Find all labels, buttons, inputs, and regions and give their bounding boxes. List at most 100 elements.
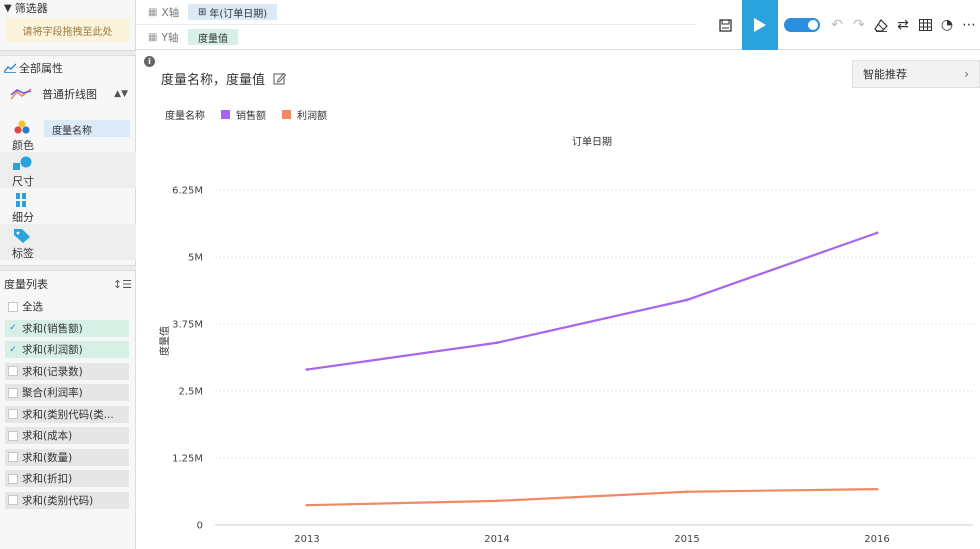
data-point[interactable] — [875, 231, 879, 235]
measure-item[interactable]: ✓ 求和(利润额) — [5, 341, 129, 358]
mark-tag-label: 标签 — [12, 247, 34, 260]
undo-icon[interactable]: ↶ — [826, 14, 848, 36]
x-tick-labels: 2013 2014 2015 2016 — [294, 534, 889, 545]
measure-item[interactable]: ✓ 求和(销售额) — [5, 319, 129, 337]
run-button[interactable] — [742, 0, 778, 50]
y-axis-shelf[interactable]: ▦ Y轴 度量值 — [136, 25, 696, 49]
detail-grid-icon — [16, 193, 26, 207]
measure-item[interactable]: 求和(成本) — [5, 427, 129, 444]
divider — [0, 265, 136, 271]
chart-axis-title: 订单日期 — [572, 136, 612, 148]
chart-type-label: 普通折线图 — [42, 88, 97, 101]
left-panel: ▼ 筛选器 请将字段拖拽至此处 全部属性 普通折线图 ▲▼ 颜色 度量名称 尺寸… — [0, 0, 136, 549]
measure-item[interactable]: 求和(记录数) — [5, 362, 129, 380]
checkmark-icon[interactable]: ✓ — [8, 323, 18, 333]
measure-list-title: 度量列表 — [4, 278, 48, 291]
filter-drop-zone[interactable]: 请将字段拖拽至此处 — [6, 18, 129, 42]
mark-size-label: 尺寸 — [12, 175, 34, 188]
mark-tag-row[interactable]: 标签 — [0, 224, 136, 260]
checkbox[interactable] — [8, 430, 18, 441]
expand-icon: ⊞ — [198, 6, 207, 18]
series-lines — [305, 231, 879, 507]
series-line[interactable] — [306, 487, 878, 507]
chart-type-select[interactable]: 普通折线图 ▲▼ — [10, 86, 128, 102]
checkbox[interactable] — [8, 387, 18, 398]
data-point[interactable] — [685, 490, 689, 494]
sort-icon[interactable]: ↕☰ — [113, 278, 132, 291]
checkbox[interactable] — [8, 473, 18, 484]
data-point[interactable] — [495, 341, 499, 345]
y-axis-label: Y轴 — [161, 31, 179, 44]
data-point[interactable] — [875, 487, 879, 491]
measure-item-label: 求和(记录数) — [22, 365, 83, 378]
checkbox[interactable] — [8, 452, 18, 462]
data-point[interactable] — [685, 298, 689, 302]
properties-header[interactable]: 全部属性 — [4, 60, 63, 76]
data-point[interactable] — [305, 368, 309, 371]
checkbox[interactable] — [8, 495, 18, 505]
mark-size-row[interactable]: 尺寸 — [0, 152, 136, 188]
measure-item[interactable]: 求和(类别代码(类... — [5, 405, 129, 423]
x-axis-shelf[interactable]: ▦ X轴 ⊞ 年(订单日期) — [136, 0, 696, 24]
x-tick-label: 2014 — [484, 534, 509, 545]
tag-icon — [14, 229, 30, 243]
checkmark-icon[interactable]: ✓ — [8, 345, 18, 355]
y-tick-label: 3.75M — [172, 320, 203, 331]
measure-item[interactable]: 求和(数量) — [5, 448, 129, 466]
measure-item[interactable]: 聚合(利润率) — [5, 384, 129, 401]
data-point[interactable] — [495, 499, 499, 503]
eraser-icon[interactable] — [870, 14, 892, 36]
divider — [0, 50, 136, 56]
line-chart-icon — [4, 63, 16, 73]
y-tick-label: 5M — [188, 253, 203, 264]
more-icon[interactable]: ⋯ — [958, 14, 980, 36]
data-point[interactable] — [305, 503, 309, 507]
x-axis-label-wrap: ▦ X轴 — [136, 5, 188, 20]
color-dots-icon — [14, 120, 30, 134]
measure-item-label: 求和(销售额) — [22, 322, 83, 335]
y-tick-label: 1.25M — [172, 454, 203, 465]
play-icon — [754, 18, 766, 32]
size-shapes-icon — [13, 156, 32, 170]
x-tick-label: 2016 — [864, 534, 889, 545]
axis-bar: ▦ X轴 ⊞ 年(订单日期) ▦ Y轴 度量值 ↶ ↷ ⇄ ◔ ⋯ — [136, 0, 980, 50]
updown-arrow-icon: ▲▼ — [114, 89, 128, 99]
grid-icon: ▦ — [148, 6, 158, 18]
line-chart: 订单日期 度量值 0 1.25M 2.5M 3.75M 5M 6.25M 2013 2014… — [158, 136, 973, 545]
checkbox[interactable] — [8, 366, 18, 376]
table-icon[interactable] — [914, 14, 936, 36]
measure-item[interactable]: 求和(类别代码) — [5, 491, 129, 509]
y-tick-label: 2.5M — [178, 387, 203, 398]
y-axis-field-pill[interactable]: 度量值 — [188, 29, 238, 45]
checkbox[interactable] — [8, 409, 18, 419]
mark-detail-row[interactable]: 细分 — [0, 188, 136, 224]
x-axis-label: X轴 — [161, 6, 180, 19]
mark-detail-label: 细分 — [12, 211, 34, 224]
filter-title: 筛选器 — [14, 2, 48, 15]
chart-settings-icon[interactable]: ◔ — [936, 14, 958, 36]
measure-item-label: 求和(类别代码(类... — [22, 408, 114, 421]
chart-canvas: i 度量名称，度量值 智能推荐 › 度量名称 销售额 利润额 订单日期 度量值 0… — [137, 51, 980, 549]
measure-item-label: 求和(利润额) — [22, 344, 83, 356]
y-tick-labels: 0 1.25M 2.5M 3.75M 5M 6.25M — [172, 186, 203, 532]
measure-item-label: 求和(成本) — [22, 430, 73, 442]
grid-icon: ▦ — [148, 31, 158, 43]
checkbox[interactable] — [8, 301, 18, 312]
filter-header: ▼ 筛选器 — [0, 0, 135, 16]
measure-item-label: 求和(类别代码) — [22, 494, 94, 507]
x-tick-label: 2013 — [294, 534, 319, 545]
app-root: ▼ 筛选器 请将字段拖拽至此处 全部属性 普通折线图 ▲▼ 颜色 度量名称 尺寸… — [0, 0, 980, 549]
mark-color-row[interactable]: 颜色 度量名称 — [0, 116, 136, 152]
auto-run-toggle[interactable] — [784, 18, 820, 32]
measure-item[interactable]: 全选 — [5, 298, 129, 315]
measure-item-label: 聚合(利润率) — [22, 387, 83, 399]
series-line[interactable] — [306, 231, 878, 371]
color-field-pill[interactable]: 度量名称 — [44, 120, 130, 137]
save-icon[interactable] — [714, 14, 736, 36]
swap-axes-icon[interactable]: ⇄ — [892, 14, 914, 36]
measure-item[interactable]: 求和(折扣) — [5, 470, 129, 487]
toolbar: ↶ ↷ ⇄ ◔ ⋯ — [714, 0, 980, 50]
x-axis-field-pill[interactable]: ⊞ 年(订单日期) — [188, 4, 278, 20]
redo-icon[interactable]: ↷ — [848, 14, 870, 36]
multi-line-icon — [10, 88, 32, 100]
